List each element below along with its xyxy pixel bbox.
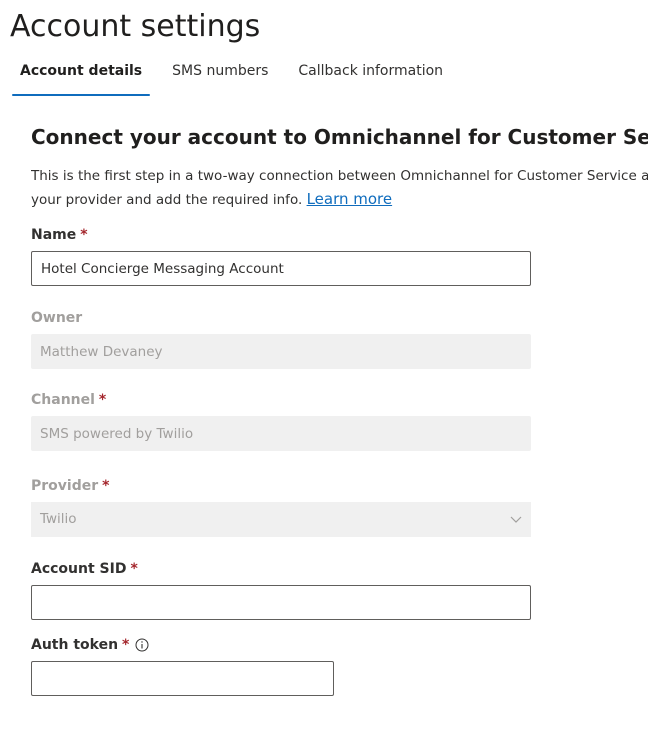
name-label-text: Name [31, 227, 77, 243]
name-label: Name * [31, 225, 648, 245]
provider-value: Twilio [40, 511, 77, 527]
name-field-group: Name * [31, 225, 648, 286]
owner-input [31, 334, 531, 369]
account-sid-input[interactable] [31, 585, 531, 620]
info-icon[interactable] [135, 638, 149, 652]
account-settings-page: Account settings Account details SMS num… [0, 0, 648, 734]
provider-label-text: Provider [31, 478, 99, 494]
auth-token-field-group: Auth token * [31, 635, 648, 696]
section-title: Connect your account to Omnichannel for … [31, 125, 648, 149]
owner-label-text: Owner [31, 310, 83, 326]
description-line-1: This is the first step in a two-way conn… [31, 168, 648, 184]
required-marker: * [130, 561, 138, 577]
provider-label: Provider * [31, 476, 648, 496]
required-marker: * [98, 392, 107, 408]
account-details-panel: Connect your account to Omnichannel for … [31, 122, 648, 696]
channel-label: Channel * [31, 390, 648, 410]
description-line-2: your provider and add the required info. [31, 192, 303, 208]
owner-label: Owner [31, 308, 648, 328]
required-marker: * [122, 637, 130, 653]
account-sid-field-group: Account SID * [31, 559, 648, 620]
auth-token-label-text: Auth token [31, 637, 119, 653]
account-sid-label: Account SID * [31, 559, 648, 579]
tab-bar: Account details SMS numbers Callback inf… [12, 52, 465, 96]
page-title: Account settings [10, 9, 261, 44]
auth-token-label: Auth token * [31, 635, 648, 655]
channel-field-group: Channel * [31, 390, 648, 451]
section-description: This is the first step in a two-way conn… [31, 165, 648, 212]
tab-sms-numbers[interactable]: SMS numbers [164, 52, 276, 94]
auth-token-input[interactable] [31, 661, 334, 696]
learn-more-link[interactable]: Learn more [307, 190, 393, 208]
channel-input [31, 416, 531, 451]
provider-select: Twilio [31, 502, 531, 537]
tab-account-details[interactable]: Account details [12, 52, 151, 96]
required-marker: * [80, 227, 88, 243]
chevron-down-icon [510, 516, 522, 523]
tab-callback-information[interactable]: Callback information [290, 52, 451, 94]
provider-field-group: Provider * Twilio [31, 476, 648, 537]
owner-field-group: Owner [31, 308, 648, 369]
channel-label-text: Channel [31, 392, 95, 408]
name-input[interactable] [31, 251, 531, 286]
required-marker: * [102, 478, 110, 494]
account-sid-label-text: Account SID [31, 561, 127, 577]
